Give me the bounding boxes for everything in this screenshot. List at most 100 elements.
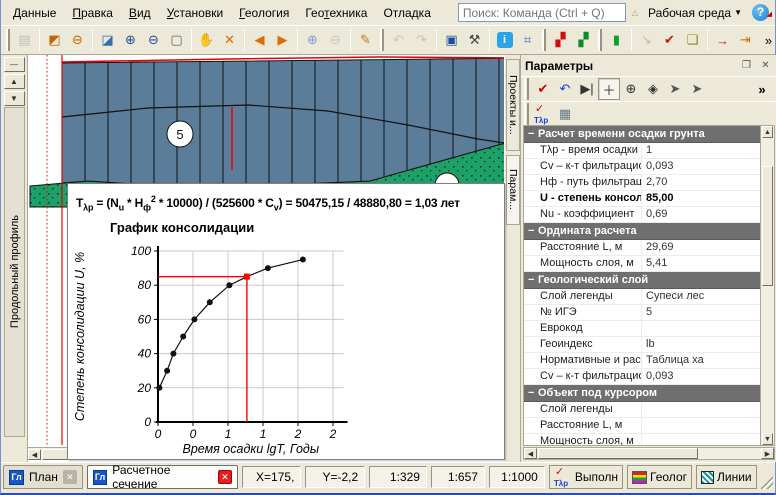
- line-arrow-icon[interactable]: →: [711, 29, 734, 52]
- property-value[interactable]: [642, 321, 760, 336]
- toolbar-handle[interactable]: [598, 29, 602, 51]
- property-value[interactable]: 2,70: [642, 175, 760, 190]
- scale-up-icon[interactable]: ⊕: [301, 29, 324, 52]
- scale-plan[interactable]: 1:1000: [489, 466, 545, 488]
- run-calculation-icon[interactable]: ✓Tλp: [532, 103, 554, 125]
- toolbar-handle[interactable]: [524, 103, 529, 125]
- toolbar-handle[interactable]: [6, 29, 10, 51]
- close-tab-icon[interactable]: ✕: [218, 470, 231, 484]
- view-tab-active[interactable]: ГлРасчетное сечение✕: [87, 465, 238, 489]
- property-value[interactable]: 0,69: [642, 207, 760, 222]
- tools-icon[interactable]: ⚒: [463, 29, 486, 52]
- cursor-target-icon[interactable]: ➤: [686, 78, 708, 100]
- toolbar-overflow-icon[interactable]: »: [757, 29, 775, 52]
- cursor-select-icon[interactable]: ➤: [664, 78, 686, 100]
- grid-hscroll-thumb[interactable]: [538, 448, 698, 459]
- apply-icon[interactable]: ✔: [532, 78, 554, 100]
- redraw-brush-icon[interactable]: ✎: [354, 29, 377, 52]
- toolbar-handle[interactable]: [524, 78, 529, 100]
- property-value[interactable]: 0,093: [642, 159, 760, 174]
- check-geology-icon[interactable]: ✔: [658, 29, 681, 52]
- scale-horizontal[interactable]: 1:329: [369, 466, 427, 488]
- legend-book-icon[interactable]: ▮: [605, 29, 628, 52]
- profile-chart-green-icon[interactable]: ▞: [572, 29, 595, 52]
- grid-vscroll-thumb[interactable]: [762, 166, 773, 286]
- property-value[interactable]: 0,093: [642, 369, 760, 384]
- zoom-out-icon[interactable]: ⊖: [142, 29, 165, 52]
- project-settings-icon[interactable]: ▣: [440, 29, 463, 52]
- toolbar-handle[interactable]: [380, 29, 384, 51]
- property-value[interactable]: 29,69: [642, 240, 760, 255]
- snap-center-icon[interactable]: ⊕: [620, 78, 642, 100]
- group-header[interactable]: −Расчет времени осадки грунта: [524, 126, 760, 143]
- preview-icon[interactable]: ▦: [554, 103, 576, 125]
- snap-crosshair-icon[interactable]: ＋: [598, 78, 620, 100]
- tab-projects[interactable]: Проекты и...: [506, 59, 520, 151]
- scroll-right-icon[interactable]: ▶: [271, 29, 294, 52]
- scroll-left-icon[interactable]: ◀: [248, 29, 271, 52]
- menu-7[interactable]: Отладка: [375, 3, 438, 23]
- workspace-menu[interactable]: Рабочая среда ▼: [644, 4, 746, 22]
- property-value[interactable]: 85,00: [642, 191, 760, 206]
- menu-1[interactable]: Данные: [5, 3, 64, 23]
- grid-scroll-right-icon[interactable]: ▶: [761, 448, 774, 459]
- property-value[interactable]: 5,41: [642, 256, 760, 271]
- toolbar-handle[interactable]: [542, 29, 546, 51]
- profile-chart-red-icon[interactable]: ▞: [549, 29, 572, 52]
- help-icon[interactable]: ?: [752, 4, 769, 21]
- property-value[interactable]: lb: [642, 337, 760, 352]
- copy-layers-icon[interactable]: ❏: [681, 29, 704, 52]
- close-tab-icon[interactable]: ✕: [63, 470, 77, 484]
- revert-icon[interactable]: ↶: [554, 78, 576, 100]
- group-header[interactable]: −Ордината расчета: [524, 223, 760, 240]
- property-value[interactable]: 1: [642, 143, 760, 158]
- grid-scroll-up-icon[interactable]: ▲: [762, 126, 773, 138]
- zoom-previous-icon[interactable]: ⊖: [66, 29, 89, 52]
- group-header[interactable]: −Объект под курсором: [524, 385, 760, 402]
- panel-toolbar-overflow-icon[interactable]: »: [751, 78, 773, 100]
- grid-horizontal-scrollbar[interactable]: ◀ ▶: [523, 447, 775, 460]
- property-value[interactable]: Супеси лес: [642, 289, 760, 304]
- resize-grip[interactable]: [761, 476, 773, 489]
- zoom-in-icon[interactable]: ⊕: [119, 29, 142, 52]
- command-search-input[interactable]: [458, 3, 626, 22]
- property-value[interactable]: [642, 434, 760, 445]
- snap-node-icon[interactable]: ◈: [642, 78, 664, 100]
- pan-hand-icon[interactable]: ✋: [195, 29, 218, 52]
- scroll-up-button[interactable]: ▲: [4, 74, 25, 89]
- scroll-left-arrow-icon[interactable]: ◀: [28, 449, 41, 460]
- next-step-icon[interactable]: ▶|: [576, 78, 598, 100]
- property-value[interactable]: 5: [642, 305, 760, 320]
- fit-extents-icon[interactable]: ✕: [218, 29, 241, 52]
- geology-button[interactable]: Геолог: [627, 465, 692, 489]
- property-value[interactable]: Таблица ха: [642, 353, 760, 368]
- zoom-window-icon[interactable]: ◪: [96, 29, 119, 52]
- run-button[interactable]: ✓TλpВыполн: [549, 465, 623, 489]
- zoom-select-icon[interactable]: ▢: [165, 29, 188, 52]
- collapse-panel-button[interactable]: —: [4, 57, 25, 72]
- tab-longitudinal-profile[interactable]: Продольный профиль: [4, 107, 25, 437]
- grid-vertical-scrollbar[interactable]: ▲ ▼: [760, 126, 774, 445]
- scale-vertical[interactable]: 1:657: [431, 466, 485, 488]
- group-header[interactable]: −Геологический слой: [524, 272, 760, 289]
- dimensions-icon[interactable]: ⌗: [516, 29, 539, 52]
- info-icon[interactable]: i: [493, 29, 516, 52]
- property-value[interactable]: [642, 402, 760, 417]
- float-panel-icon[interactable]: ❐: [739, 59, 754, 73]
- close-panel-icon[interactable]: ✕: [758, 59, 773, 73]
- property-value[interactable]: [642, 418, 760, 433]
- scroll-down-button[interactable]: ▼: [4, 91, 25, 106]
- tab-parameters[interactable]: Парам...: [506, 155, 520, 225]
- grid-scroll-left-icon[interactable]: ◀: [524, 448, 537, 459]
- menu-4[interactable]: Установки: [159, 3, 232, 23]
- lines-button[interactable]: Линии: [696, 465, 757, 489]
- menu-6[interactable]: Геотехника: [297, 3, 375, 23]
- grid-scroll-down-icon[interactable]: ▼: [762, 433, 773, 445]
- node-arrow-icon[interactable]: ⇥: [734, 29, 757, 52]
- menu-5[interactable]: Геология: [231, 3, 297, 23]
- view-tab-inactive[interactable]: ГлПлан✕: [3, 465, 83, 489]
- menu-3[interactable]: Вид: [121, 3, 159, 23]
- zoom-initial-icon[interactable]: ◩: [43, 29, 66, 52]
- menu-2[interactable]: Правка: [64, 3, 121, 23]
- search-options-icon[interactable]: △: [632, 8, 638, 17]
